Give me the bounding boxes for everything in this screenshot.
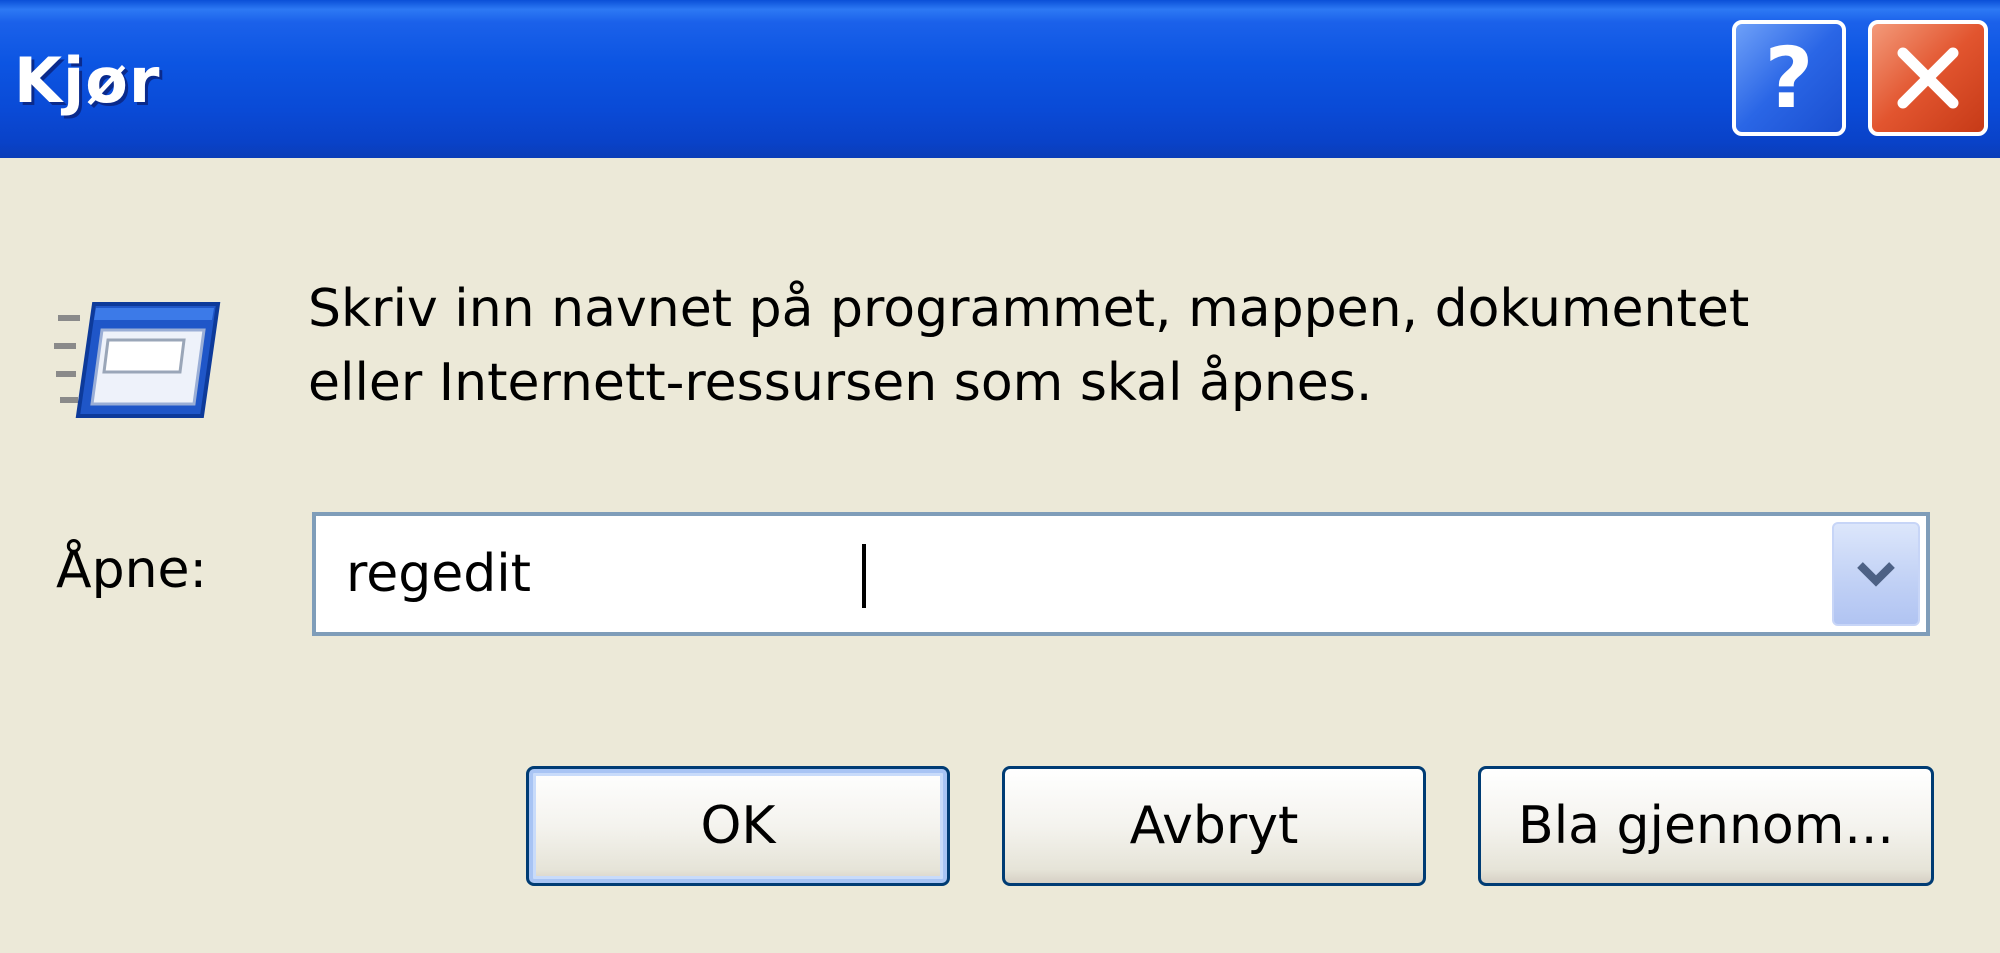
browse-button[interactable]: Bla gjennom... [1478, 766, 1934, 886]
cancel-button-label: Avbryt [1129, 796, 1299, 856]
prompt-line-1: Skriv inn navnet på programmet, mappen, … [308, 279, 1750, 339]
title-bar[interactable]: Kjør ? [0, 0, 2000, 158]
text-caret [862, 544, 866, 608]
cancel-button[interactable]: Avbryt [1002, 766, 1426, 886]
chevron-down-icon [1857, 562, 1895, 587]
run-program-icon [54, 302, 221, 418]
open-combobox[interactable] [312, 512, 1930, 636]
close-button[interactable] [1868, 20, 1988, 136]
prompt-text: Skriv inn navnet på programmet, mappen, … [308, 272, 1948, 420]
help-icon: ? [1764, 29, 1814, 127]
ok-button[interactable]: OK [526, 766, 950, 886]
dropdown-button[interactable] [1832, 522, 1920, 626]
close-icon [1897, 47, 1959, 109]
open-label: Åpne: [56, 540, 208, 600]
help-button[interactable]: ? [1732, 20, 1846, 136]
browse-button-label: Bla gjennom... [1518, 796, 1894, 856]
prompt-line-2: eller Internett-ressursen som skal åpnes… [308, 353, 1373, 413]
window-title: Kjør [14, 44, 161, 117]
ok-button-label: OK [700, 796, 776, 856]
run-dialog: Kjør ? Skriv inn navnet på programmet, m… [0, 0, 2000, 953]
open-input[interactable] [316, 516, 1826, 632]
